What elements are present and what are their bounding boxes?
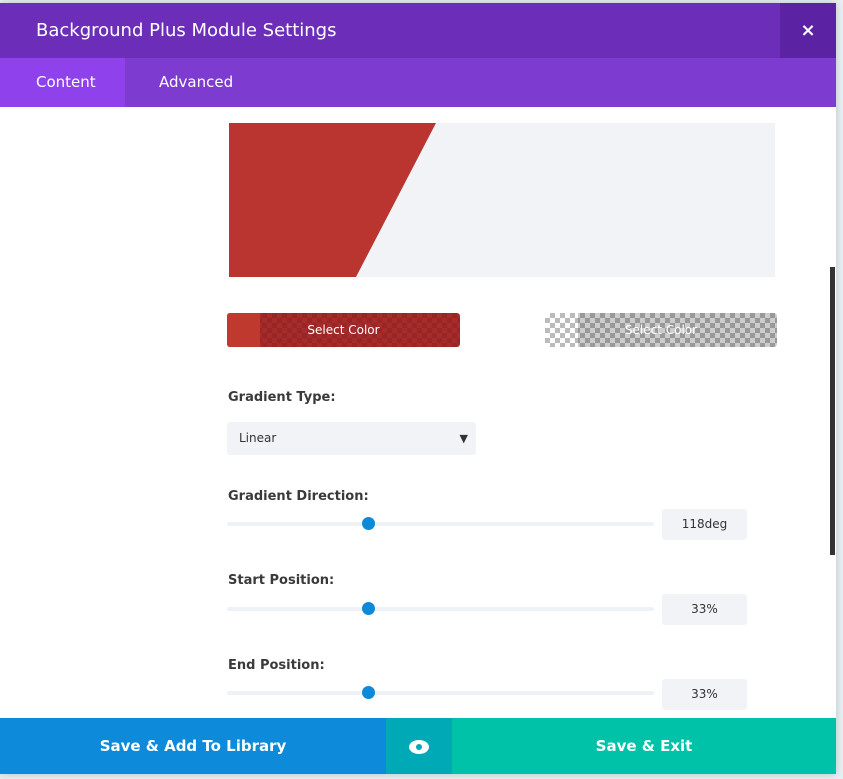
start-color-picker[interactable]: Select Color bbox=[227, 313, 460, 347]
gradient-preview bbox=[229, 123, 775, 277]
gradient-direction-slider[interactable] bbox=[227, 517, 654, 530]
start-position-slider[interactable] bbox=[227, 602, 654, 615]
start-position-input[interactable]: 33% bbox=[662, 594, 747, 625]
end-position-slider[interactable] bbox=[227, 686, 654, 699]
gradient-direction-input[interactable]: 118deg bbox=[662, 509, 747, 540]
scrollbar[interactable] bbox=[830, 267, 835, 555]
tab-bar: Content Advanced bbox=[0, 58, 836, 107]
start-position-label: Start Position: bbox=[228, 573, 335, 588]
select-color-label: Select Color bbox=[624, 323, 698, 337]
close-button[interactable]: × bbox=[780, 3, 836, 58]
gradient-direction-label: Gradient Direction: bbox=[228, 489, 369, 504]
preview-button[interactable] bbox=[386, 718, 452, 774]
end-position-label: End Position: bbox=[228, 658, 325, 673]
settings-body: Select Color Select Color Gradient Type:… bbox=[0, 107, 836, 718]
eye-icon bbox=[409, 736, 429, 755]
slider-handle[interactable] bbox=[361, 517, 375, 530]
end-color-picker[interactable]: Select Color bbox=[545, 313, 777, 347]
tab-advanced[interactable]: Advanced bbox=[125, 58, 267, 107]
modal-title: Background Plus Module Settings bbox=[36, 20, 337, 41]
slider-handle[interactable] bbox=[361, 602, 375, 615]
gradient-type-value: Linear bbox=[239, 431, 277, 445]
modal-header: Background Plus Module Settings × bbox=[0, 3, 836, 58]
end-position-input[interactable]: 33% bbox=[662, 679, 747, 710]
slider-handle[interactable] bbox=[361, 686, 375, 699]
select-color-label: Select Color bbox=[307, 323, 380, 337]
save-add-library-button[interactable]: Save & Add To Library bbox=[0, 718, 386, 774]
gradient-type-label: Gradient Type: bbox=[228, 390, 336, 405]
tab-content[interactable]: Content bbox=[0, 58, 125, 107]
module-settings-modal: Background Plus Module Settings × Conten… bbox=[0, 3, 836, 774]
save-exit-button[interactable]: Save & Exit bbox=[452, 718, 836, 774]
modal-footer: Save & Add To Library Save & Exit bbox=[0, 718, 836, 774]
gradient-type-select[interactable]: Linear ▼ bbox=[227, 422, 476, 455]
dropdown-arrow-icon: ▼ bbox=[459, 432, 468, 445]
